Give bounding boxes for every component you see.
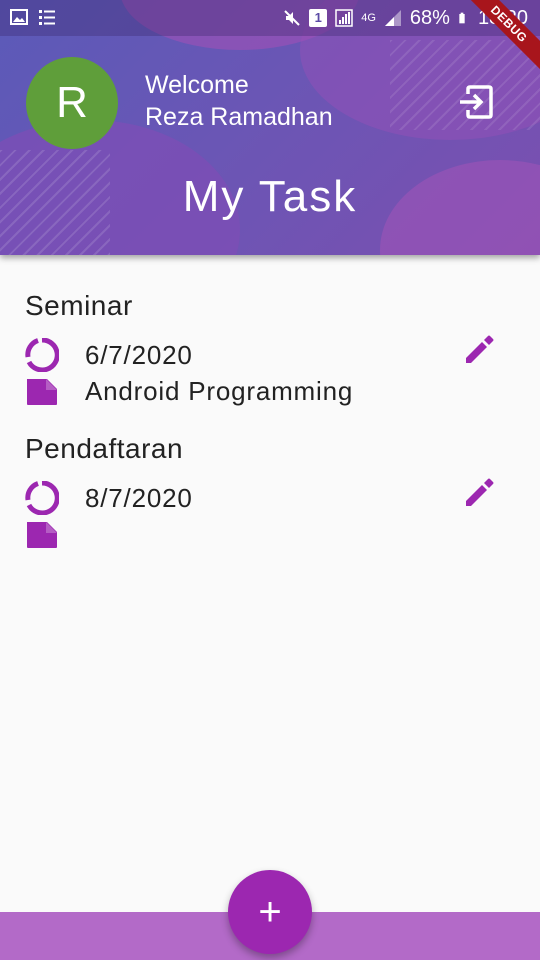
mute-icon bbox=[284, 10, 300, 26]
note-icon bbox=[27, 522, 57, 548]
task-description: Android Programming bbox=[85, 376, 354, 406]
note-icon bbox=[27, 379, 57, 405]
logout-icon[interactable] bbox=[456, 82, 496, 122]
sim-icon: 1 bbox=[309, 9, 328, 27]
signal-strength-icon bbox=[384, 10, 401, 26]
network-type: 4G bbox=[361, 11, 376, 24]
app-header: 1 4G 68% 18:20 DEBUG R Welcome Reza Rama… bbox=[0, 0, 540, 255]
list-icon bbox=[39, 10, 55, 25]
add-task-button[interactable]: + bbox=[228, 870, 312, 954]
progress-icon bbox=[25, 481, 59, 515]
signal-icon bbox=[335, 9, 353, 27]
task-title: Seminar bbox=[25, 290, 133, 321]
user-name: Reza Ramadhan bbox=[145, 103, 333, 131]
task-date-row: 8/7/2020 bbox=[25, 481, 192, 515]
task-title: Pendaftaran bbox=[25, 433, 184, 464]
task-date: 6/7/2020 bbox=[85, 340, 193, 370]
status-bar: 1 4G 68% 18:20 bbox=[0, 0, 540, 36]
battery-icon bbox=[459, 12, 465, 24]
task-date: 8/7/2020 bbox=[85, 483, 193, 513]
page-title: My Task bbox=[182, 172, 358, 221]
gallery-icon bbox=[10, 9, 28, 25]
battery-percent: 68% bbox=[409, 7, 450, 29]
task-description-row: Android Programming bbox=[25, 374, 352, 408]
welcome-text: Welcome bbox=[145, 71, 249, 99]
task-date-row: 6/7/2020 bbox=[25, 338, 192, 372]
edit-icon[interactable] bbox=[462, 475, 496, 509]
progress-icon bbox=[25, 338, 59, 372]
avatar: R bbox=[26, 57, 118, 149]
edit-icon[interactable] bbox=[462, 332, 496, 366]
task-description-row bbox=[25, 517, 59, 551]
